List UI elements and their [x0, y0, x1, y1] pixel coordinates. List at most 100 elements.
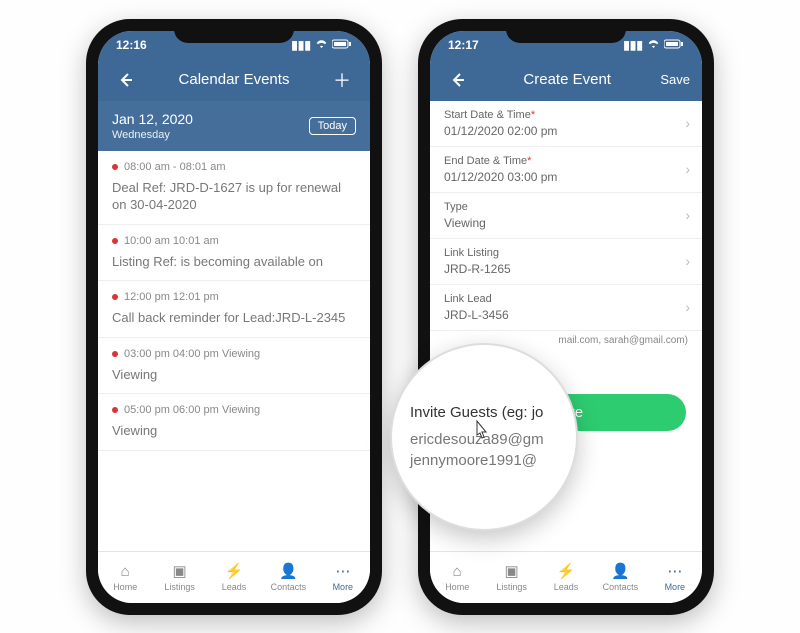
- guest-email: jennymoore1991@: [410, 452, 558, 469]
- phone-right: 12:17 ▮▮▮ Create Event Save Start Date &…: [418, 19, 714, 615]
- tab-leads[interactable]: ⚡ Leads: [539, 552, 593, 603]
- wifi-icon: [315, 38, 328, 52]
- event-desc: Call back reminder for Lead:JRD-L-2345: [112, 309, 356, 327]
- magnifier-bubble: Invite Guests (eg: jo ericdesouza89@gm j…: [390, 343, 578, 531]
- notch: [506, 19, 626, 43]
- chevron-right-icon: ›: [685, 161, 690, 177]
- field-label: End Date & Time*: [444, 155, 688, 167]
- arrow-left-icon: [118, 72, 134, 88]
- status-icons: ▮▮▮: [291, 38, 352, 52]
- event-dot-icon: [112, 351, 118, 357]
- tab-label: More: [333, 582, 354, 592]
- battery-icon: [664, 38, 684, 52]
- listings-icon: ▣: [173, 562, 187, 580]
- field-value: Viewing: [444, 216, 688, 230]
- tab-home[interactable]: ⌂ Home: [430, 552, 484, 603]
- contacts-icon: 👤: [279, 562, 298, 580]
- event-dot-icon: [112, 164, 118, 170]
- event-dot-icon: [112, 407, 118, 413]
- leads-icon: ⚡: [225, 562, 244, 580]
- tab-label: Leads: [222, 582, 247, 592]
- page-title: Create Event: [474, 71, 660, 88]
- event-time: 05:00 pm 06:00 pm Viewing: [124, 404, 260, 416]
- tab-label: Home: [113, 582, 137, 592]
- tab-listings[interactable]: ▣ Listings: [484, 552, 538, 603]
- event-item[interactable]: 10:00 am 10:01 am Listing Ref: is becomin…: [98, 225, 370, 282]
- field-value: JRD-L-3456: [444, 308, 688, 322]
- tab-listings[interactable]: ▣ Listings: [152, 552, 206, 603]
- form-field[interactable]: Link Listing JRD-R-1265›: [430, 239, 702, 285]
- chevron-right-icon: ›: [685, 207, 690, 223]
- navbar: Calendar Events ＋: [98, 59, 370, 101]
- more-icon: ⋯: [335, 562, 350, 580]
- chevron-right-icon: ›: [685, 253, 690, 269]
- event-dot-icon: [112, 238, 118, 244]
- clock: 12:17: [448, 38, 479, 52]
- tab-bar: ⌂ Home ▣ Listings ⚡ Leads 👤 Contacts ⋯ More: [430, 551, 702, 603]
- tab-label: Listings: [496, 582, 527, 592]
- tab-label: Contacts: [271, 582, 307, 592]
- event-dot-icon: [112, 294, 118, 300]
- chevron-right-icon: ›: [685, 115, 690, 131]
- form-field[interactable]: Type Viewing›: [430, 193, 702, 239]
- back-button[interactable]: [110, 72, 142, 88]
- navbar: Create Event Save: [430, 59, 702, 101]
- today-button[interactable]: Today: [309, 117, 356, 135]
- wifi-icon: [647, 38, 660, 52]
- date-label: Jan 12, 2020: [112, 111, 193, 127]
- tab-home[interactable]: ⌂ Home: [98, 552, 152, 603]
- event-desc: Viewing: [112, 422, 356, 440]
- tab-more[interactable]: ⋯ More: [648, 552, 702, 603]
- tab-label: Leads: [554, 582, 579, 592]
- page-title: Calendar Events: [142, 71, 326, 88]
- home-icon: ⌂: [121, 563, 130, 580]
- form-field[interactable]: Link LeadJRD-L-3456›: [430, 285, 702, 331]
- event-item[interactable]: 05:00 pm 06:00 pm Viewing Viewing: [98, 394, 370, 451]
- signal-icon: ▮▮▮: [291, 38, 311, 52]
- status-icons: ▮▮▮: [623, 38, 684, 52]
- tab-label: Listings: [164, 582, 195, 592]
- add-button[interactable]: ＋: [326, 67, 358, 93]
- event-item[interactable]: 08:00 am - 08:01 amDeal Ref: JRD-D-1627 …: [98, 151, 370, 225]
- day-of-week: Wednesday: [112, 129, 193, 141]
- event-time: 12:00 pm 12:01 pm: [124, 291, 219, 303]
- tab-leads[interactable]: ⚡ Leads: [207, 552, 261, 603]
- form-field[interactable]: End Date & Time* 01/12/2020 03:00 pm›: [430, 147, 702, 193]
- screen-left: 12:16 ▮▮▮ Calendar Events ＋ Jan 12, 2020…: [98, 31, 370, 603]
- clock: 12:16: [116, 38, 147, 52]
- field-value: JRD-R-1265: [444, 262, 688, 276]
- arrow-left-icon: [450, 72, 466, 88]
- contacts-icon: 👤: [611, 562, 630, 580]
- field-label: Link Lead: [444, 293, 688, 305]
- phone-left: 12:16 ▮▮▮ Calendar Events ＋ Jan 12, 2020…: [86, 19, 382, 615]
- more-icon: ⋯: [667, 562, 682, 580]
- tab-contacts[interactable]: 👤 Contacts: [261, 552, 315, 603]
- event-item[interactable]: 03:00 pm 04:00 pm ViewingViewing: [98, 338, 370, 395]
- form-field[interactable]: Start Date & Time* 01/12/2020 02:00 pm›: [430, 101, 702, 147]
- date-header: Jan 12, 2020 Wednesday Today: [98, 101, 370, 151]
- event-time: 03:00 pm 04:00 pm Viewing: [124, 348, 260, 360]
- home-icon: ⌂: [453, 563, 462, 580]
- field-label: Type: [444, 201, 688, 213]
- tab-contacts[interactable]: 👤 Contacts: [593, 552, 647, 603]
- event-desc: Listing Ref: is becoming available on: [112, 253, 356, 271]
- back-button[interactable]: [442, 72, 474, 88]
- save-top-button[interactable]: Save: [660, 72, 690, 87]
- tab-bar: ⌂ Home ▣ Listings ⚡ Leads 👤 Contacts ⋯ More: [98, 551, 370, 603]
- event-item[interactable]: 12:00 pm 12:01 pm Call back reminder for …: [98, 281, 370, 338]
- event-time: 10:00 am 10:01 am: [124, 235, 219, 247]
- cursor-icon: [470, 419, 492, 451]
- leads-icon: ⚡: [557, 562, 576, 580]
- tab-more[interactable]: ⋯ More: [316, 552, 370, 603]
- listings-icon: ▣: [505, 562, 519, 580]
- field-value: 01/12/2020 03:00 pm: [444, 170, 688, 184]
- event-desc: Deal Ref: JRD-D-1627 is up for renewal o…: [112, 179, 356, 214]
- notch: [174, 19, 294, 43]
- field-label: Start Date & Time*: [444, 109, 688, 121]
- tab-label: Contacts: [603, 582, 639, 592]
- field-value: 01/12/2020 02:00 pm: [444, 124, 688, 138]
- tab-label: More: [665, 582, 686, 592]
- battery-icon: [332, 38, 352, 52]
- field-label: Link Listing: [444, 247, 688, 259]
- tab-label: Home: [445, 582, 469, 592]
